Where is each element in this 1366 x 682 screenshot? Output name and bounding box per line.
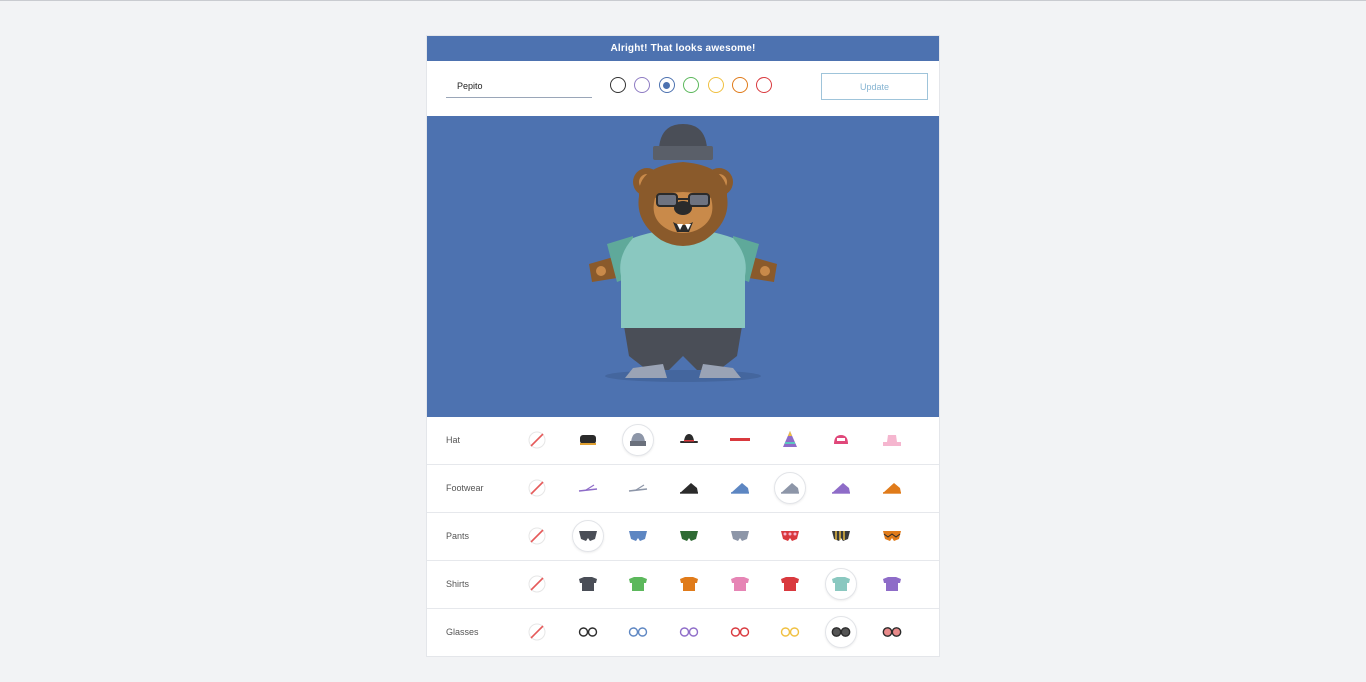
none-icon[interactable]	[521, 472, 553, 504]
update-button[interactable]: Update	[821, 73, 928, 100]
glasses-blue-icon[interactable]	[622, 616, 654, 648]
wardrobe-options: Hat Footwear Pants Shirts Glasses	[427, 417, 939, 656]
none-icon[interactable]	[521, 568, 553, 600]
sunglasses-gray-icon[interactable]	[825, 616, 857, 648]
character-preview	[427, 116, 939, 417]
sneaker-gray-icon[interactable]	[774, 472, 806, 504]
pants-pink-pattern-icon[interactable]	[774, 520, 806, 552]
option-row-footwear: Footwear	[427, 464, 939, 512]
sneaker-orange-icon[interactable]	[876, 472, 908, 504]
pants-striped-icon[interactable]	[825, 520, 857, 552]
none-icon[interactable]	[521, 424, 553, 456]
party-hat-icon[interactable]	[774, 424, 806, 456]
sneaker-purple-icon[interactable]	[825, 472, 857, 504]
color-swatch-black[interactable]	[610, 77, 626, 93]
shirt-orange-icon[interactable]	[673, 568, 705, 600]
sneaker-black-icon[interactable]	[673, 472, 705, 504]
color-swatch-blue[interactable]	[658, 77, 675, 93]
sneaker-blue-icon[interactable]	[724, 472, 756, 504]
shirt-charcoal-icon[interactable]	[572, 568, 604, 600]
option-row-shirts: Shirts	[427, 560, 939, 608]
shirt-teal-icon[interactable]	[825, 568, 857, 600]
shirt-red-icon[interactable]	[774, 568, 806, 600]
none-icon[interactable]	[521, 520, 553, 552]
glasses-yellow-icon[interactable]	[774, 616, 806, 648]
shirt-green-icon[interactable]	[622, 568, 654, 600]
beanie-gray-icon[interactable]	[622, 424, 654, 456]
pants-orange-pattern-icon[interactable]	[876, 520, 908, 552]
trucker-cap-pink-icon[interactable]	[825, 424, 857, 456]
pants-blue-icon[interactable]	[622, 520, 654, 552]
flip-flops-purple-icon[interactable]	[572, 472, 604, 504]
pants-green-icon[interactable]	[673, 520, 705, 552]
none-icon[interactable]	[521, 616, 553, 648]
top-border	[0, 0, 1366, 1]
row-label: Pants	[446, 531, 470, 541]
option-row-glasses: Glasses	[427, 608, 939, 656]
option-row-hat: Hat	[427, 417, 939, 464]
glasses-purple-icon[interactable]	[673, 616, 705, 648]
beanie-hat	[653, 124, 713, 160]
row-label: Hat	[446, 435, 461, 445]
option-row-pants: Pants	[427, 512, 939, 560]
bear-character	[589, 124, 777, 382]
glasses-red-icon[interactable]	[724, 616, 756, 648]
headband-red-icon[interactable]	[724, 424, 756, 456]
color-swatch-yellow[interactable]	[707, 77, 724, 93]
bear-name-input[interactable]	[446, 74, 592, 98]
selected-dot	[663, 81, 671, 89]
row-label: Footwear	[446, 483, 484, 493]
bowler-hat-icon[interactable]	[673, 424, 705, 456]
sunglasses-pink-icon[interactable]	[876, 616, 908, 648]
color-swatch-green[interactable]	[683, 77, 700, 93]
color-swatch-orange[interactable]	[732, 77, 748, 93]
pants	[624, 326, 742, 370]
row-label: Glasses	[446, 627, 479, 637]
color-swatch-red[interactable]	[756, 77, 773, 93]
glasses-black-icon[interactable]	[572, 616, 604, 648]
shirt-pink-icon[interactable]	[724, 568, 756, 600]
status-banner: Alright! That looks awesome!	[427, 36, 939, 61]
row-label: Shirts	[446, 579, 470, 589]
bucket-hat-pink-icon[interactable]	[876, 424, 908, 456]
color-swatch-purple[interactable]	[634, 77, 651, 93]
flip-flops-gray-icon[interactable]	[622, 472, 654, 504]
customizer-panel: Alright! That looks awesome! Update	[427, 36, 939, 656]
bear-head	[633, 162, 733, 246]
controls-bar: Update	[427, 61, 939, 116]
pants-charcoal-icon[interactable]	[572, 520, 604, 552]
pants-gray-icon[interactable]	[724, 520, 756, 552]
cap-black-icon[interactable]	[572, 424, 604, 456]
shirt-purple-icon[interactable]	[876, 568, 908, 600]
